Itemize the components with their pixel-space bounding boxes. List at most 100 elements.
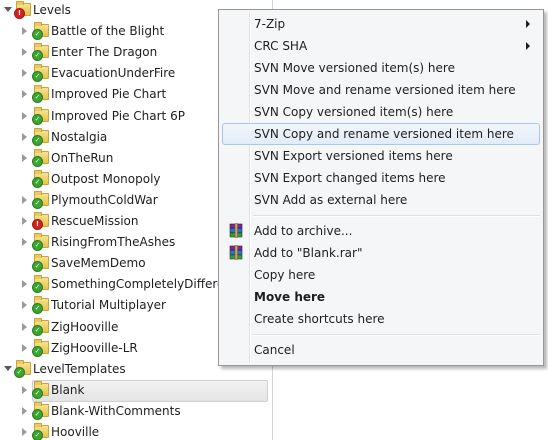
collapsed-arrow-icon[interactable] (22, 322, 27, 331)
svn-normal-overlay-icon: ✓ (32, 240, 43, 252)
menu-item[interactable]: Move here (222, 286, 540, 308)
svn-normal-overlay-icon: ✓ (32, 92, 43, 104)
folder-icon: ✓ (32, 85, 49, 104)
tree-item-label: Blank (51, 382, 85, 397)
menu-separator (253, 334, 540, 336)
tree-item-label: LevelTemplates (33, 361, 126, 376)
menu-item[interactable]: 7-Zip (222, 13, 540, 35)
collapsed-arrow-icon[interactable] (22, 428, 27, 436)
collapsed-arrow-icon[interactable] (22, 217, 27, 225)
menu-item[interactable]: SVN Copy versioned item(s) here (222, 101, 540, 123)
folder-icon: ✓ (32, 317, 49, 336)
menu-item[interactable]: Add to "Blank.rar" (222, 242, 540, 264)
tree-item-label: RescueMission (51, 214, 139, 228)
collapsed-arrow-icon[interactable] (22, 238, 27, 247)
svn-normal-overlay-icon: ✓ (32, 134, 43, 146)
folder-icon: ✓ (32, 169, 49, 188)
folder-icon: ✓ (14, 359, 31, 378)
collapsed-arrow-icon[interactable] (22, 48, 27, 57)
menu-item-label: Cancel (254, 343, 295, 357)
collapsed-arrow-icon[interactable] (22, 280, 27, 289)
menu-item[interactable]: SVN Export changed items here (222, 167, 540, 189)
menu-item[interactable]: Create shortcuts here (222, 308, 540, 330)
collapsed-arrow-icon[interactable] (22, 343, 27, 352)
tree-item[interactable]: ✓ Blank (0, 379, 272, 402)
menu-item-label: SVN Copy and rename versioned item here (254, 127, 514, 141)
svn-normal-overlay-icon: ✓ (32, 71, 43, 83)
expanded-arrow-icon[interactable] (4, 365, 12, 371)
collapsed-arrow-icon[interactable] (22, 195, 27, 204)
menu-item-label: SVN Move versioned item(s) here (254, 61, 455, 75)
folder-icon: ✓ (32, 64, 49, 83)
svn-normal-overlay-icon: ✓ (32, 430, 43, 440)
folder-icon: ✓ (32, 296, 49, 315)
svn-normal-overlay-icon: ✓ (32, 282, 43, 294)
svn-normal-overlay-icon: ✓ (32, 176, 43, 188)
menu-item-label: 7-Zip (254, 17, 286, 31)
collapsed-arrow-icon[interactable] (22, 69, 27, 78)
menu-item[interactable]: SVN Move and rename versioned item here (222, 79, 540, 101)
folder-icon: ✓ (32, 106, 49, 125)
tree-item-label: EvacuationUnderFire (51, 66, 176, 81)
menu-item-label: Create shortcuts here (254, 312, 385, 326)
tree-item-label: Battle of the Blight (51, 24, 165, 39)
folder-icon: ✓ (32, 275, 49, 294)
context-menu: 7-Zip CRC SHA SVN Move versioned item(s) h… (218, 9, 544, 366)
collapsed-arrow-icon[interactable] (22, 153, 27, 162)
tree-item-label: Improved Pie Chart 6P (51, 108, 185, 123)
menu-item[interactable]: Add to archive... (222, 220, 540, 242)
tree-item-label: Improved Pie Chart (51, 87, 167, 102)
svn-normal-overlay-icon: ✓ (32, 387, 43, 399)
svn-normal-overlay-icon: ✓ (32, 29, 43, 41)
svn-normal-overlay-icon: ✓ (32, 408, 43, 420)
collapsed-arrow-icon[interactable] (22, 27, 27, 36)
tree-item[interactable]: ✓ Hooville (0, 422, 272, 440)
menu-item-label: SVN Copy versioned item(s) here (254, 105, 454, 119)
svn-normal-overlay-icon: ✓ (32, 261, 43, 273)
folder-icon: ✓ (32, 148, 49, 167)
tree-item-label: Hooville (51, 425, 100, 439)
winrar-icon (229, 245, 243, 260)
tree-item-label: Outpost Monopoly (51, 171, 161, 186)
collapsed-arrow-icon[interactable] (22, 90, 27, 99)
collapsed-arrow-icon[interactable] (22, 385, 27, 394)
menu-item[interactable]: SVN Export versioned items here (222, 145, 540, 167)
tree-item-label: SaveMemDemo (51, 256, 146, 271)
menu-item-label: Add to "Blank.rar" (254, 246, 363, 260)
folder-icon: ✓ (32, 22, 49, 41)
menu-item[interactable]: CRC SHA (222, 35, 540, 57)
submenu-arrow-icon (526, 42, 530, 50)
menu-item[interactable]: SVN Copy and rename versioned item here (222, 123, 540, 145)
tree-item[interactable]: ✓ Blank-WithComments (0, 401, 272, 422)
svn-normal-overlay-icon: ✓ (32, 345, 43, 357)
winrar-icon (229, 223, 243, 238)
collapsed-arrow-icon[interactable] (22, 132, 27, 141)
menu-item[interactable]: Copy here (222, 264, 540, 286)
folder-icon: ✓ (32, 254, 49, 273)
menu-item-label: SVN Move and rename versioned item here (254, 83, 516, 97)
collapsed-arrow-icon[interactable] (22, 111, 27, 120)
menu-item-label: Move here (254, 290, 326, 304)
collapsed-arrow-icon[interactable] (22, 406, 27, 415)
menu-separator (253, 215, 540, 217)
menu-item[interactable]: SVN Add as external here (222, 189, 540, 211)
svn-normal-overlay-icon: ✓ (32, 324, 43, 336)
menu-item-label: Copy here (254, 268, 316, 282)
menu-item[interactable]: Cancel (222, 339, 540, 361)
menu-item[interactable]: SVN Move versioned item(s) here (222, 57, 540, 79)
svn-normal-overlay-icon: ✓ (32, 197, 43, 209)
svn-normal-overlay-icon: ✓ (14, 366, 25, 378)
svn-normal-overlay-icon: ✓ (32, 113, 43, 125)
svn-normal-overlay-icon: ✓ (32, 50, 43, 62)
tree-item-label: Tutorial Multiplayer (51, 298, 166, 313)
menu-item-label: CRC SHA (254, 39, 308, 53)
tree-item-label: OnTheRun (51, 150, 114, 165)
tree-item-label: Blank-WithComments (51, 403, 181, 418)
expanded-arrow-icon[interactable] (4, 7, 12, 12)
menu-item-label: SVN Add as external here (254, 193, 408, 207)
folder-icon: ! (32, 212, 49, 230)
menu-item-label: SVN Export versioned items here (254, 149, 453, 163)
svn-normal-overlay-icon: ✓ (32, 155, 43, 167)
collapsed-arrow-icon[interactable] (22, 301, 27, 310)
folder-icon: ✓ (32, 190, 49, 209)
